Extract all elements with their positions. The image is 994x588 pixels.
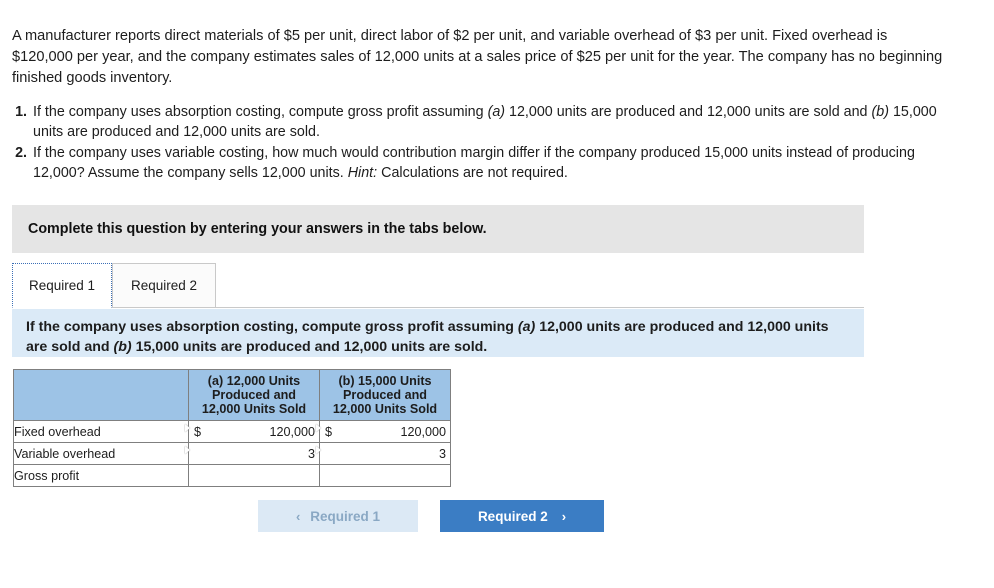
tab-required-2[interactable]: Required 2	[112, 263, 216, 308]
cell-gross-profit-b-inner	[320, 465, 450, 486]
chevron-left-icon: ‹	[295, 508, 301, 524]
previous-required-button-label: Required 1	[310, 508, 381, 524]
answer-table-header-row: (a) 12,000 Units Produced and 12,000 Uni…	[13, 369, 451, 421]
requirement-2-hint-label: Hint:	[347, 164, 378, 181]
row-label-gross-profit: Gross profit	[13, 464, 189, 487]
cell-fixed-overhead-b-inner: $ 120,000	[320, 421, 450, 442]
tab-required-2-label: Required 2	[130, 278, 198, 293]
row-label-variable-overhead: Variable overhead	[13, 442, 189, 465]
cell-gross-profit-b[interactable]	[319, 464, 451, 487]
cell-gross-profit-a-inner	[189, 465, 319, 486]
cell-variable-overhead-a-value: 3	[307, 446, 315, 461]
cell-variable-overhead-a[interactable]: 3	[185, 442, 320, 465]
header-col-a-line2: Produced and	[212, 388, 296, 402]
input-caret-icon	[185, 446, 190, 454]
requirement-1-mid: 12,000 units are produced and 12,000 uni…	[505, 104, 872, 120]
input-caret-icon	[316, 424, 321, 432]
instruction-bar: Complete this question by entering your …	[12, 205, 864, 253]
requirement-1-italic-b: (b)	[871, 104, 889, 120]
table-row: Variable overhead 3 3	[13, 442, 451, 465]
prompt-italic-a: (a)	[517, 319, 536, 335]
answer-table-header-col-a: (a) 12,000 Units Produced and 12,000 Uni…	[188, 369, 320, 421]
tab-required-1[interactable]: Required 1	[12, 263, 112, 308]
prompt-lead: If the company uses absorption costing, …	[26, 319, 518, 335]
cell-fixed-overhead-b[interactable]: $ 120,000	[316, 420, 451, 443]
cell-variable-overhead-b-inner: 3	[320, 443, 450, 464]
input-caret-icon	[185, 424, 190, 432]
answer-table-header-col-b: (b) 15,000 Units Produced and 12,000 Uni…	[319, 369, 451, 421]
cell-fixed-overhead-b-value: 120,000	[400, 424, 446, 439]
row-label-fixed-overhead: Fixed overhead	[13, 420, 189, 443]
tab-prompt-panel: If the company uses absorption costing, …	[12, 309, 864, 357]
cell-variable-overhead-b-value: 3	[438, 446, 446, 461]
table-row: Gross profit	[13, 464, 451, 487]
tab-strip: Required 1 Required 2	[12, 263, 864, 309]
requirements-list: 1. If the company uses absorption costin…	[12, 103, 952, 185]
chevron-right-icon: ›	[561, 508, 567, 524]
answer-table-body: Fixed overhead $ 120,000 $ 120,000 Varia…	[13, 420, 451, 487]
question-page: A manufacturer reports direct materials …	[0, 0, 994, 588]
prompt-italic-b: (b)	[113, 339, 132, 355]
header-col-b-line2: Produced and	[343, 388, 427, 402]
header-col-a-line3: 12,000 Units Sold	[201, 402, 307, 416]
cell-fixed-overhead-a-inner: $ 120,000	[189, 421, 319, 442]
requirement-1-lead: If the company uses absorption costing, …	[33, 104, 488, 120]
requirement-2-tail: Calculations are not required.	[377, 164, 568, 181]
problem-statement: A manufacturer reports direct materials …	[12, 28, 943, 86]
header-col-b-line1: (b) 15,000 Units	[338, 374, 432, 388]
tab-required-1-label: Required 1	[28, 278, 96, 293]
requirement-1-italic-a: (a)	[487, 104, 506, 120]
cell-variable-overhead-b[interactable]: 3	[316, 442, 451, 465]
requirement-text-1: If the company uses absorption costing, …	[33, 103, 952, 142]
next-required-button[interactable]: Required 2 ›	[440, 500, 604, 532]
header-col-a-line1: (a) 12,000 Units	[207, 374, 301, 388]
requirement-number-2: 2.	[15, 145, 27, 161]
answer-table: (a) 12,000 Units Produced and 12,000 Uni…	[13, 369, 451, 487]
cell-gross-profit-a[interactable]	[188, 464, 320, 487]
next-required-button-label: Required 2	[477, 508, 548, 524]
cell-fixed-overhead-a-value: 120,000	[269, 424, 315, 439]
answer-table-head: (a) 12,000 Units Produced and 12,000 Uni…	[13, 369, 451, 421]
requirement-text-2: If the company uses variable costing, ho…	[33, 144, 952, 183]
cell-fixed-overhead-b-symbol: $	[325, 424, 333, 439]
prompt-tail: 15,000 units are produced and 12,000 uni…	[131, 339, 488, 355]
cell-fixed-overhead-a[interactable]: $ 120,000	[185, 420, 320, 443]
table-row: Fixed overhead $ 120,000 $ 120,000	[13, 420, 451, 443]
answer-table-header-blank	[13, 369, 189, 421]
cell-fixed-overhead-a-symbol: $	[194, 424, 202, 439]
tab-prompt-text: If the company uses absorption costing, …	[12, 309, 864, 357]
requirement-item-1: 1. If the company uses absorption costin…	[12, 103, 952, 142]
instruction-bar-text: Complete this question by entering your …	[28, 221, 487, 237]
tab-navigation: ‹ Required 1 Required 2 ›	[258, 500, 604, 532]
cell-variable-overhead-a-inner: 3	[189, 443, 319, 464]
tab-strip-divider	[216, 307, 864, 308]
header-col-b-line3: 12,000 Units Sold	[332, 402, 438, 416]
requirement-item-2: 2. If the company uses variable costing,…	[12, 144, 952, 183]
requirement-number-1: 1.	[15, 104, 27, 120]
input-caret-icon	[316, 446, 321, 454]
previous-required-button[interactable]: ‹ Required 1	[258, 500, 418, 532]
